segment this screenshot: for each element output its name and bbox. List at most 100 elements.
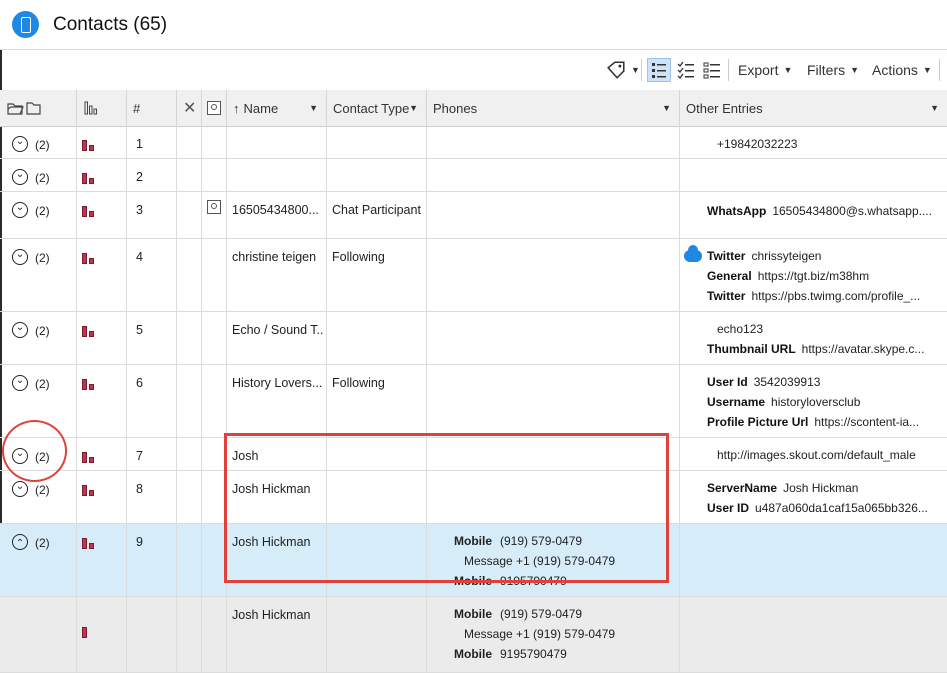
- contact-name: 16505434800...: [232, 203, 319, 217]
- source-bars-icon: [82, 172, 98, 184]
- other-entry: Username historyloversclub: [707, 395, 861, 409]
- other-entry: http://images.skout.com/default_male: [717, 448, 916, 462]
- header-contact-type-label: Contact Type: [333, 100, 410, 116]
- expand-icon[interactable]: ⌄: [12, 481, 28, 497]
- source-bars-icon: [82, 139, 98, 151]
- expand-icon[interactable]: ⌄: [12, 375, 28, 391]
- chevron-down-icon[interactable]: ▼: [309, 103, 318, 113]
- expander-cell: ⌃ (2): [0, 524, 77, 596]
- table-row[interactable]: ⌄ (2) 8 Josh Hickman ServerName Josh Hickman U…: [0, 471, 947, 524]
- header-folders[interactable]: [0, 90, 77, 126]
- source-bars-icon: [82, 626, 98, 638]
- expander-cell: [0, 597, 77, 672]
- contact-name: History Lovers...: [232, 376, 323, 390]
- other-entry: User ID u487a060da1caf15a065bb326...: [707, 501, 928, 515]
- expander-cell: ⌄ (2): [0, 471, 77, 523]
- person-icon: [207, 200, 221, 214]
- row-index: 2: [136, 170, 143, 184]
- row-index: 1: [136, 137, 143, 151]
- other-entry: User Id 3542039913: [707, 375, 821, 389]
- other-entry: ServerName Josh Hickman: [707, 481, 859, 495]
- header-avatar[interactable]: [202, 90, 227, 126]
- expand-icon[interactable]: ⌄: [12, 169, 28, 185]
- list-view-icon[interactable]: [702, 60, 722, 80]
- expand-icon[interactable]: ⌄: [12, 322, 28, 338]
- detail-view-icon[interactable]: [647, 58, 671, 82]
- expander-cell: ⌄ (2): [0, 365, 77, 437]
- header-other-entries[interactable]: Other Entries ▼: [680, 90, 947, 126]
- cloud-icon: [684, 245, 702, 262]
- table-row[interactable]: ⌃ (2) 9 Josh Hickman Mobile (919) 579-0479 Mes…: [0, 524, 947, 597]
- header-phones[interactable]: Phones ▼: [427, 90, 680, 126]
- other-entry: Thumbnail URL https://avatar.skype.c...: [707, 342, 925, 356]
- source-bars-icon: [82, 378, 98, 390]
- other-entry: Twitter https://pbs.twimg.com/profile_...: [707, 289, 921, 303]
- header-delete[interactable]: ✕: [177, 90, 202, 126]
- phone-entry: Message +1 (919) 579-0479: [464, 627, 616, 641]
- export-button[interactable]: Export ▼: [738, 50, 792, 90]
- contact-type: Following: [332, 250, 385, 264]
- table-row[interactable]: ⌄ (2) 6 History Lovers... Following User Id 35…: [0, 365, 947, 438]
- row-index: 4: [136, 250, 143, 264]
- header-index[interactable]: #: [127, 90, 177, 126]
- contact-name: Josh Hickman: [232, 535, 311, 549]
- chevron-down-icon[interactable]: ▼: [930, 103, 939, 113]
- row-index: 9: [136, 535, 143, 549]
- folder-icon: [7, 102, 41, 115]
- header-name[interactable]: ↑ Name ▼: [227, 90, 327, 126]
- group-count: (2): [35, 251, 50, 265]
- table-row[interactable]: ⌄ (2) 5 Echo / Sound T... echo123 Thumbnail U…: [0, 312, 947, 365]
- row-index: 8: [136, 482, 143, 496]
- group-count: (2): [35, 450, 50, 464]
- table-row[interactable]: ⌄ (2) 1 +19842032223: [0, 126, 947, 159]
- contact-name: Echo / Sound T...: [232, 323, 324, 337]
- group-count: (2): [35, 324, 50, 338]
- header-phones-label: Phones: [433, 100, 478, 116]
- header-name-label: Name: [243, 100, 279, 116]
- group-count: (2): [35, 138, 50, 152]
- bar-chart-icon: [84, 101, 97, 115]
- chevron-down-icon[interactable]: ▼: [662, 103, 671, 113]
- close-icon: ✕: [183, 100, 197, 117]
- expander-cell: ⌄ (2): [0, 438, 77, 470]
- checklist-view-icon[interactable]: [676, 60, 696, 80]
- group-count: (2): [35, 536, 50, 550]
- other-entry: WhatsApp 16505434800@s.whatsapp....: [707, 204, 932, 218]
- phone-entry: Mobile 9195790479: [454, 647, 567, 661]
- expand-icon[interactable]: ⌄: [12, 448, 28, 464]
- phone-entry: Message +1 (919) 579-0479: [464, 554, 616, 568]
- contacts-app-icon: [12, 11, 39, 38]
- table-row[interactable]: ⌄ (2) 3 16505434800... Chat Participant Whats…: [0, 192, 947, 239]
- contact-name: Josh Hickman: [232, 608, 311, 622]
- expand-icon[interactable]: ⌄: [12, 202, 28, 218]
- table-row[interactable]: ⌄ (2) 7 Josh http://images.skout.com/default…: [0, 438, 947, 471]
- actions-button[interactable]: Actions ▼: [872, 50, 932, 90]
- actions-label: Actions: [872, 62, 918, 78]
- header-contact-type[interactable]: Contact Type ▼: [327, 90, 427, 126]
- chevron-down-icon[interactable]: ▼: [409, 103, 418, 113]
- table-row[interactable]: ⌄ (2) 2: [0, 159, 947, 192]
- collapse-icon[interactable]: ⌃: [12, 534, 28, 550]
- contact-name: Josh Hickman: [232, 482, 311, 496]
- row-index: 6: [136, 376, 143, 390]
- contacts-grid: # ✕ ↑ Name ▼ Contact Type ▼ Phones ▼ Oth…: [0, 90, 947, 673]
- expander-cell: ⌄ (2): [0, 239, 77, 311]
- source-bars-icon: [82, 484, 98, 496]
- expand-icon[interactable]: ⌄: [12, 136, 28, 152]
- grid-header: # ✕ ↑ Name ▼ Contact Type ▼ Phones ▼ Oth…: [0, 90, 947, 127]
- tag-icon[interactable]: [606, 60, 626, 80]
- filters-label: Filters: [807, 62, 846, 78]
- group-count: (2): [35, 377, 50, 391]
- row-index: 3: [136, 203, 143, 217]
- phone-entry: Mobile (919) 579-0479: [454, 534, 583, 548]
- header-bars[interactable]: [77, 90, 127, 126]
- other-entry: Profile Picture Url https://scontent-ia..…: [707, 415, 920, 429]
- phone-entry: Mobile (919) 579-0479: [454, 607, 583, 621]
- table-row[interactable]: ⌄ (2) 4 christine teigen Following Twitter chr…: [0, 239, 947, 312]
- group-count: (2): [35, 483, 50, 497]
- group-count: (2): [35, 204, 50, 218]
- tag-dropdown[interactable]: ▼: [626, 50, 640, 90]
- expand-icon[interactable]: ⌄: [12, 249, 28, 265]
- table-row[interactable]: Josh Hickman Mobile (919) 579-0479 Message …: [0, 597, 947, 673]
- filters-button[interactable]: Filters ▼: [807, 50, 859, 90]
